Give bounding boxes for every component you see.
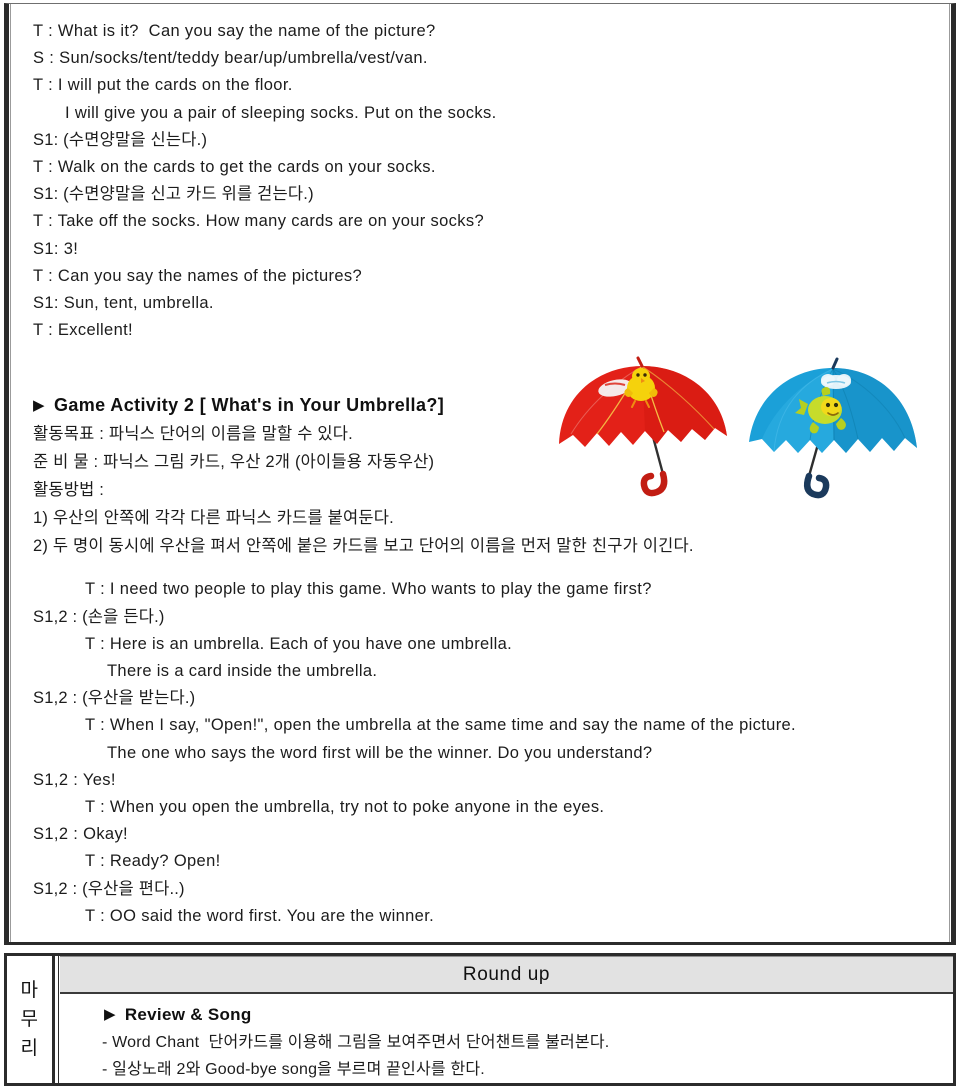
stage-label-char: 마 <box>20 980 39 1001</box>
dialogue-line: T : OO said the word first. You are the … <box>85 906 435 925</box>
dialogue-line: S : Sun/socks/tent/teddy bear/up/umbrell… <box>33 49 428 68</box>
dialogue-line: T : Here is an umbrella. Each of you hav… <box>85 634 513 653</box>
dialogue-line: S1: (수면양말을 신고 카드 위를 걷는다.) <box>33 185 314 204</box>
review-song-title-text: Review & Song <box>124 1005 252 1024</box>
dialogue-line: S1,2 : (손을 든다.) <box>33 607 165 626</box>
roundup-content-cell: Round up ▶ Review & Song - Word Chant 단어카… <box>55 956 953 1083</box>
dialogue-line: T : Excellent! <box>33 321 133 340</box>
dialogue-line: S1,2 : Yes! <box>33 770 116 789</box>
dialogue-line: T : Take off the socks. How many cards a… <box>33 212 484 231</box>
dialogue-line: T : Ready? Open! <box>85 852 221 871</box>
dialogue-line: S1,2 : (우산을 받는다.) <box>33 689 196 708</box>
roundup-table: 마 무 리 Round up ▶ Review & Song - Word Cha… <box>4 953 956 1086</box>
review-song-heading: ▶ Review & Song <box>68 1001 953 1029</box>
stage-label-char: 리 <box>20 1038 39 1059</box>
dialogue-line: T : When I say, "Open!", open the umbrel… <box>85 716 796 735</box>
game-activity-heading: ▶ Game Activity 2 [ What's in Your Umbrel… <box>19 390 941 420</box>
activity-method-label: 활동방법 : <box>33 481 105 500</box>
main-content-panel: T : What is it? Can you say the name of … <box>4 3 956 945</box>
dialogue-line: S1,2 : Okay! <box>33 825 128 844</box>
game-dialogue-block: T : I need two people to play this game.… <box>19 576 941 930</box>
cloud-label <box>821 374 851 390</box>
dialogue-line: There is a card inside the umbrella. <box>107 662 378 681</box>
roundup-header-title: Round up <box>462 963 551 985</box>
dialogue-line: S1,2 : (우산을 편다..) <box>33 879 185 898</box>
triangle-bullet-icon: ▶ <box>33 397 45 415</box>
roundup-header: Round up <box>60 956 953 994</box>
stage-label-char: 무 <box>20 1009 39 1030</box>
dialogue-line: T : What is it? Can you say the name of … <box>33 22 436 40</box>
game-activity-block: ▶ Game Activity 2 [ What's in Your Umbrel… <box>19 356 941 560</box>
dialogue-line: T : Walk on the cards to get the cards o… <box>33 158 436 177</box>
dialogue-line: S1: (수면양말을 신는다.) <box>33 130 208 149</box>
dialogue-line: T : I need two people to play this game.… <box>85 580 652 599</box>
main-content-inner: T : What is it? Can you say the name of … <box>9 4 951 942</box>
dialogue-line: T : I will put the cards on the floor. <box>33 76 293 95</box>
dialogue-line: S1: 3! <box>33 239 79 258</box>
triangle-bullet-icon: ▶ <box>104 1006 116 1023</box>
dialogue-line: S1: Sun, tent, umbrella. <box>33 294 214 313</box>
dialogue-line: T : Can you say the names of the picture… <box>33 266 362 285</box>
dialogue-line: T : When you open the umbrella, try not … <box>85 798 605 817</box>
top-dialogue-block: T : What is it? Can you say the name of … <box>19 18 941 344</box>
roundup-body: ▶ Review & Song - Word Chant 단어카드를 이용해 그림… <box>60 994 953 1083</box>
dialogue-line: The one who says the word first will be … <box>107 743 653 762</box>
roundup-item: - Word Chant 단어카드를 이용해 그림을 보여주면서 단어챈트를 불… <box>102 1034 610 1051</box>
activity-step-1: 1) 우산의 안쪽에 각각 다른 파닉스 카드를 붙여둔다. <box>33 509 394 528</box>
activity-step-2: 2) 두 명이 동시에 우산을 펴서 안쪽에 붙은 카드를 보고 단어의 이름을… <box>33 537 694 556</box>
game-activity-title-text: Game Activity 2 [ What's in Your Umbrell… <box>53 395 445 416</box>
roundup-item: - 일상노래 2와 Good-bye song을 부르며 끝인사를 한다. <box>102 1061 485 1078</box>
activity-materials-line: 준 비 물 : 파닉스 그림 카드, 우산 2개 (아이들용 자동우산) <box>33 453 435 472</box>
worksheet-page: T : What is it? Can you say the name of … <box>0 0 960 1090</box>
activity-goal-line: 활동목표 : 파닉스 단어의 이름을 말할 수 있다. <box>33 425 353 444</box>
stage-label-cell: 마 무 리 <box>7 953 59 1086</box>
dialogue-line: I will give you a pair of sleeping socks… <box>65 103 497 122</box>
